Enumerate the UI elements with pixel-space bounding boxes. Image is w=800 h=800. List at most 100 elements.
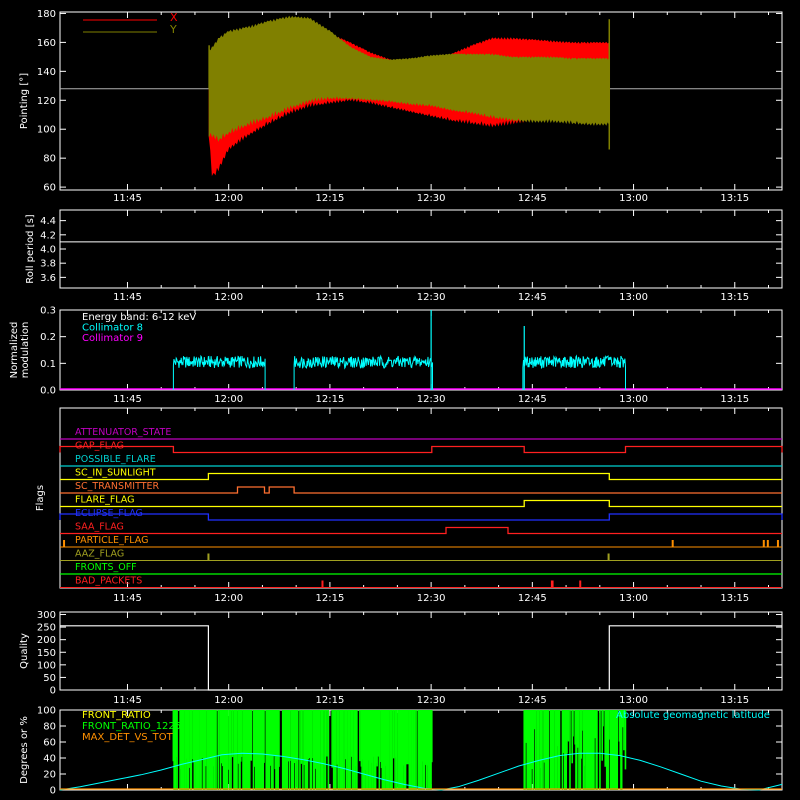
pointing-y-tick-label: 120 <box>37 96 56 107</box>
quality-time-tick-label: 12:15 <box>315 695 344 706</box>
pointing-time-tick-label: 11:45 <box>113 193 142 204</box>
panel-roll: 11:45 12:00 12:15 12:30 12:45 13:00 13:15 3.6 3.… <box>25 209 783 303</box>
ratios-legend-1: FRONT_RATIO_1225 <box>82 721 181 732</box>
roll-y-tick-label: 4.0 <box>40 245 56 256</box>
flags-y-axis-label: Flags <box>35 485 46 511</box>
quality-y-tick-label: 0 <box>50 686 56 697</box>
ratios-y-tick-label: 60 <box>43 738 56 749</box>
pointing-time-tick-label: 13:15 <box>720 193 749 204</box>
flag-label-sc-transmitter: SC_TRANSMITTER <box>75 481 160 492</box>
quality-y-axis-label: Quality <box>19 633 30 669</box>
ratios-legend-2: MAX_DET_VS_TOT <box>82 732 174 743</box>
flag-label-fronts-off: FRONTS_OFF <box>75 562 137 573</box>
modulation-legend-0: Energy band: 6-12 keV <box>82 312 196 323</box>
collimator-8-interval <box>172 354 266 390</box>
flags-time-tick-label: 12:45 <box>518 593 547 604</box>
quality-time-tick-label: 13:00 <box>619 695 648 706</box>
flags-time-tick-label: 12:00 <box>214 593 243 604</box>
flags-time-tick-label: 13:15 <box>720 593 749 604</box>
modulation-time-tick-label: 13:15 <box>720 394 749 405</box>
roll-y-tick-label: 3.6 <box>40 273 56 284</box>
roll-time-tick-label: 11:45 <box>113 292 142 303</box>
roll-y-tick-label: 3.8 <box>40 259 56 270</box>
modulation-time-tick-label: 12:15 <box>315 394 344 405</box>
ratios-y-axis-label: Degrees or % <box>19 716 30 784</box>
pointing-y-tick-label: 140 <box>37 67 56 78</box>
quality-y-tick-label: 250 <box>37 623 56 634</box>
quicklook-charts: 11:45 12:00 12:15 12:30 12:45 13:00 13:15 60 80 1… <box>9 9 783 797</box>
panel-modulation: 11:45 12:00 12:15 12:30 12:45 13:00 13:15 0.0 0.… <box>9 306 783 405</box>
flag-trace <box>59 513 783 521</box>
pointing-y-tick-label: 160 <box>37 38 56 49</box>
flags-time-tick-label: 11:45 <box>113 593 142 604</box>
collimator-8-interval <box>293 354 433 390</box>
quality-line <box>60 625 782 691</box>
flag-trace <box>60 526 782 535</box>
flag-label-attenuator-state: ATTENUATOR_STATE <box>75 427 171 438</box>
quality-time-tick-label: 12:45 <box>518 695 547 706</box>
rhessi-quicklook-figure: 11:45 12:00 12:15 12:30 12:45 13:00 13:15 60 80 1… <box>0 0 800 800</box>
modulation-legend-1: Collimator 8 <box>82 323 143 334</box>
panel-ratios: 0 20 40 60 80 100 Degrees or % FRONT_RATIOFRONT… <box>19 706 783 797</box>
modulation-time-tick-label: 13:00 <box>619 394 648 405</box>
ratios-y-tick-label: 20 <box>43 770 56 781</box>
ratios-y-tick-label: 0 <box>50 786 56 797</box>
modulation-y-tick-label: 0.1 <box>40 359 56 370</box>
ratios-legend-3: Absolute geomagnetic latitude <box>616 710 770 721</box>
flag-label-bad-packets: BAD_PACKETS <box>75 576 142 587</box>
roll-time-tick-label: 12:30 <box>417 292 446 303</box>
panel-flags: 11:45 12:00 12:15 12:30 12:45 13:00 13:15 Flags… <box>35 407 783 604</box>
modulation-y-tick-label: 0.2 <box>40 332 56 343</box>
quality-time-tick-label: 13:15 <box>720 695 749 706</box>
quality-y-tick-label: 200 <box>37 635 56 646</box>
flag-label-saa-flag: SAA_FLAG <box>75 522 124 533</box>
quality-time-tick-label: 11:45 <box>113 695 142 706</box>
panel-pointing: 11:45 12:00 12:15 12:30 12:45 13:00 13:15 60 80 1… <box>19 9 783 204</box>
pointing-time-tick-label: 12:00 <box>214 193 243 204</box>
modulation-legend-2: Collimator 9 <box>82 333 143 344</box>
pointing-y-tick-label: 80 <box>43 154 56 165</box>
pointing-time-tick-label: 12:30 <box>417 193 446 204</box>
ratios-legend-0: FRONT_RATIO <box>82 710 151 721</box>
pointing-y-tick-label: 60 <box>43 183 56 194</box>
flag-label-flare-flag: FLARE_FLAG <box>75 495 135 506</box>
quality-frame <box>59 611 783 691</box>
flag-trace <box>60 486 782 494</box>
pointing-time-tick-label: 13:00 <box>619 193 648 204</box>
flag-label-sc-in-sunlight: SC_IN_SUNLIGHT <box>75 468 156 479</box>
pointing-series-y <box>208 15 610 142</box>
collimator-8-interval <box>522 354 626 390</box>
flag-trace <box>59 445 783 454</box>
modulation-y-tick-label: 0.3 <box>40 306 56 317</box>
quality-time-tick-label: 12:00 <box>214 695 243 706</box>
roll-y-tick-label: 4.4 <box>40 216 56 227</box>
quality-y-tick-label: 100 <box>37 660 56 671</box>
ratios-y-tick-label: 80 <box>43 722 56 733</box>
modulation-time-tick-label: 11:45 <box>113 394 142 405</box>
ratios-y-tick-label: 100 <box>37 706 56 717</box>
roll-y-tick-label: 4.2 <box>40 230 56 241</box>
flag-label-possible-flare: POSSIBLE_FLARE <box>75 454 156 465</box>
modulation-time-tick-label: 12:30 <box>417 394 446 405</box>
roll-y-axis-label: Roll period [s] <box>25 214 36 283</box>
quality-y-tick-label: 150 <box>37 648 56 659</box>
modulation-y-tick-label: 0.0 <box>40 386 56 397</box>
flag-trace <box>60 472 782 481</box>
modulation-y-axis-label: Normalized <box>9 322 20 379</box>
pointing-y-tick-label: 180 <box>37 9 56 20</box>
flags-time-tick-label: 13:00 <box>619 593 648 604</box>
quality-y-tick-label: 300 <box>37 610 56 621</box>
roll-time-tick-label: 12:00 <box>214 292 243 303</box>
modulation-time-tick-label: 12:45 <box>518 394 547 405</box>
pointing-time-tick-label: 12:15 <box>315 193 344 204</box>
modulation-y-axis-label: modulation <box>20 322 31 379</box>
flag-label-aaz-flag: AAZ_FLAG <box>75 549 124 560</box>
roll-time-tick-label: 12:15 <box>315 292 344 303</box>
flags-time-tick-label: 12:30 <box>417 593 446 604</box>
roll-frame <box>59 209 783 289</box>
modulation-time-tick-label: 12:00 <box>214 394 243 405</box>
pointing-y-axis-label: Pointing [°] <box>19 73 30 129</box>
roll-time-tick-label: 13:15 <box>720 292 749 303</box>
pointing-time-tick-label: 12:45 <box>518 193 547 204</box>
ratios-y-tick-label: 40 <box>43 754 56 765</box>
